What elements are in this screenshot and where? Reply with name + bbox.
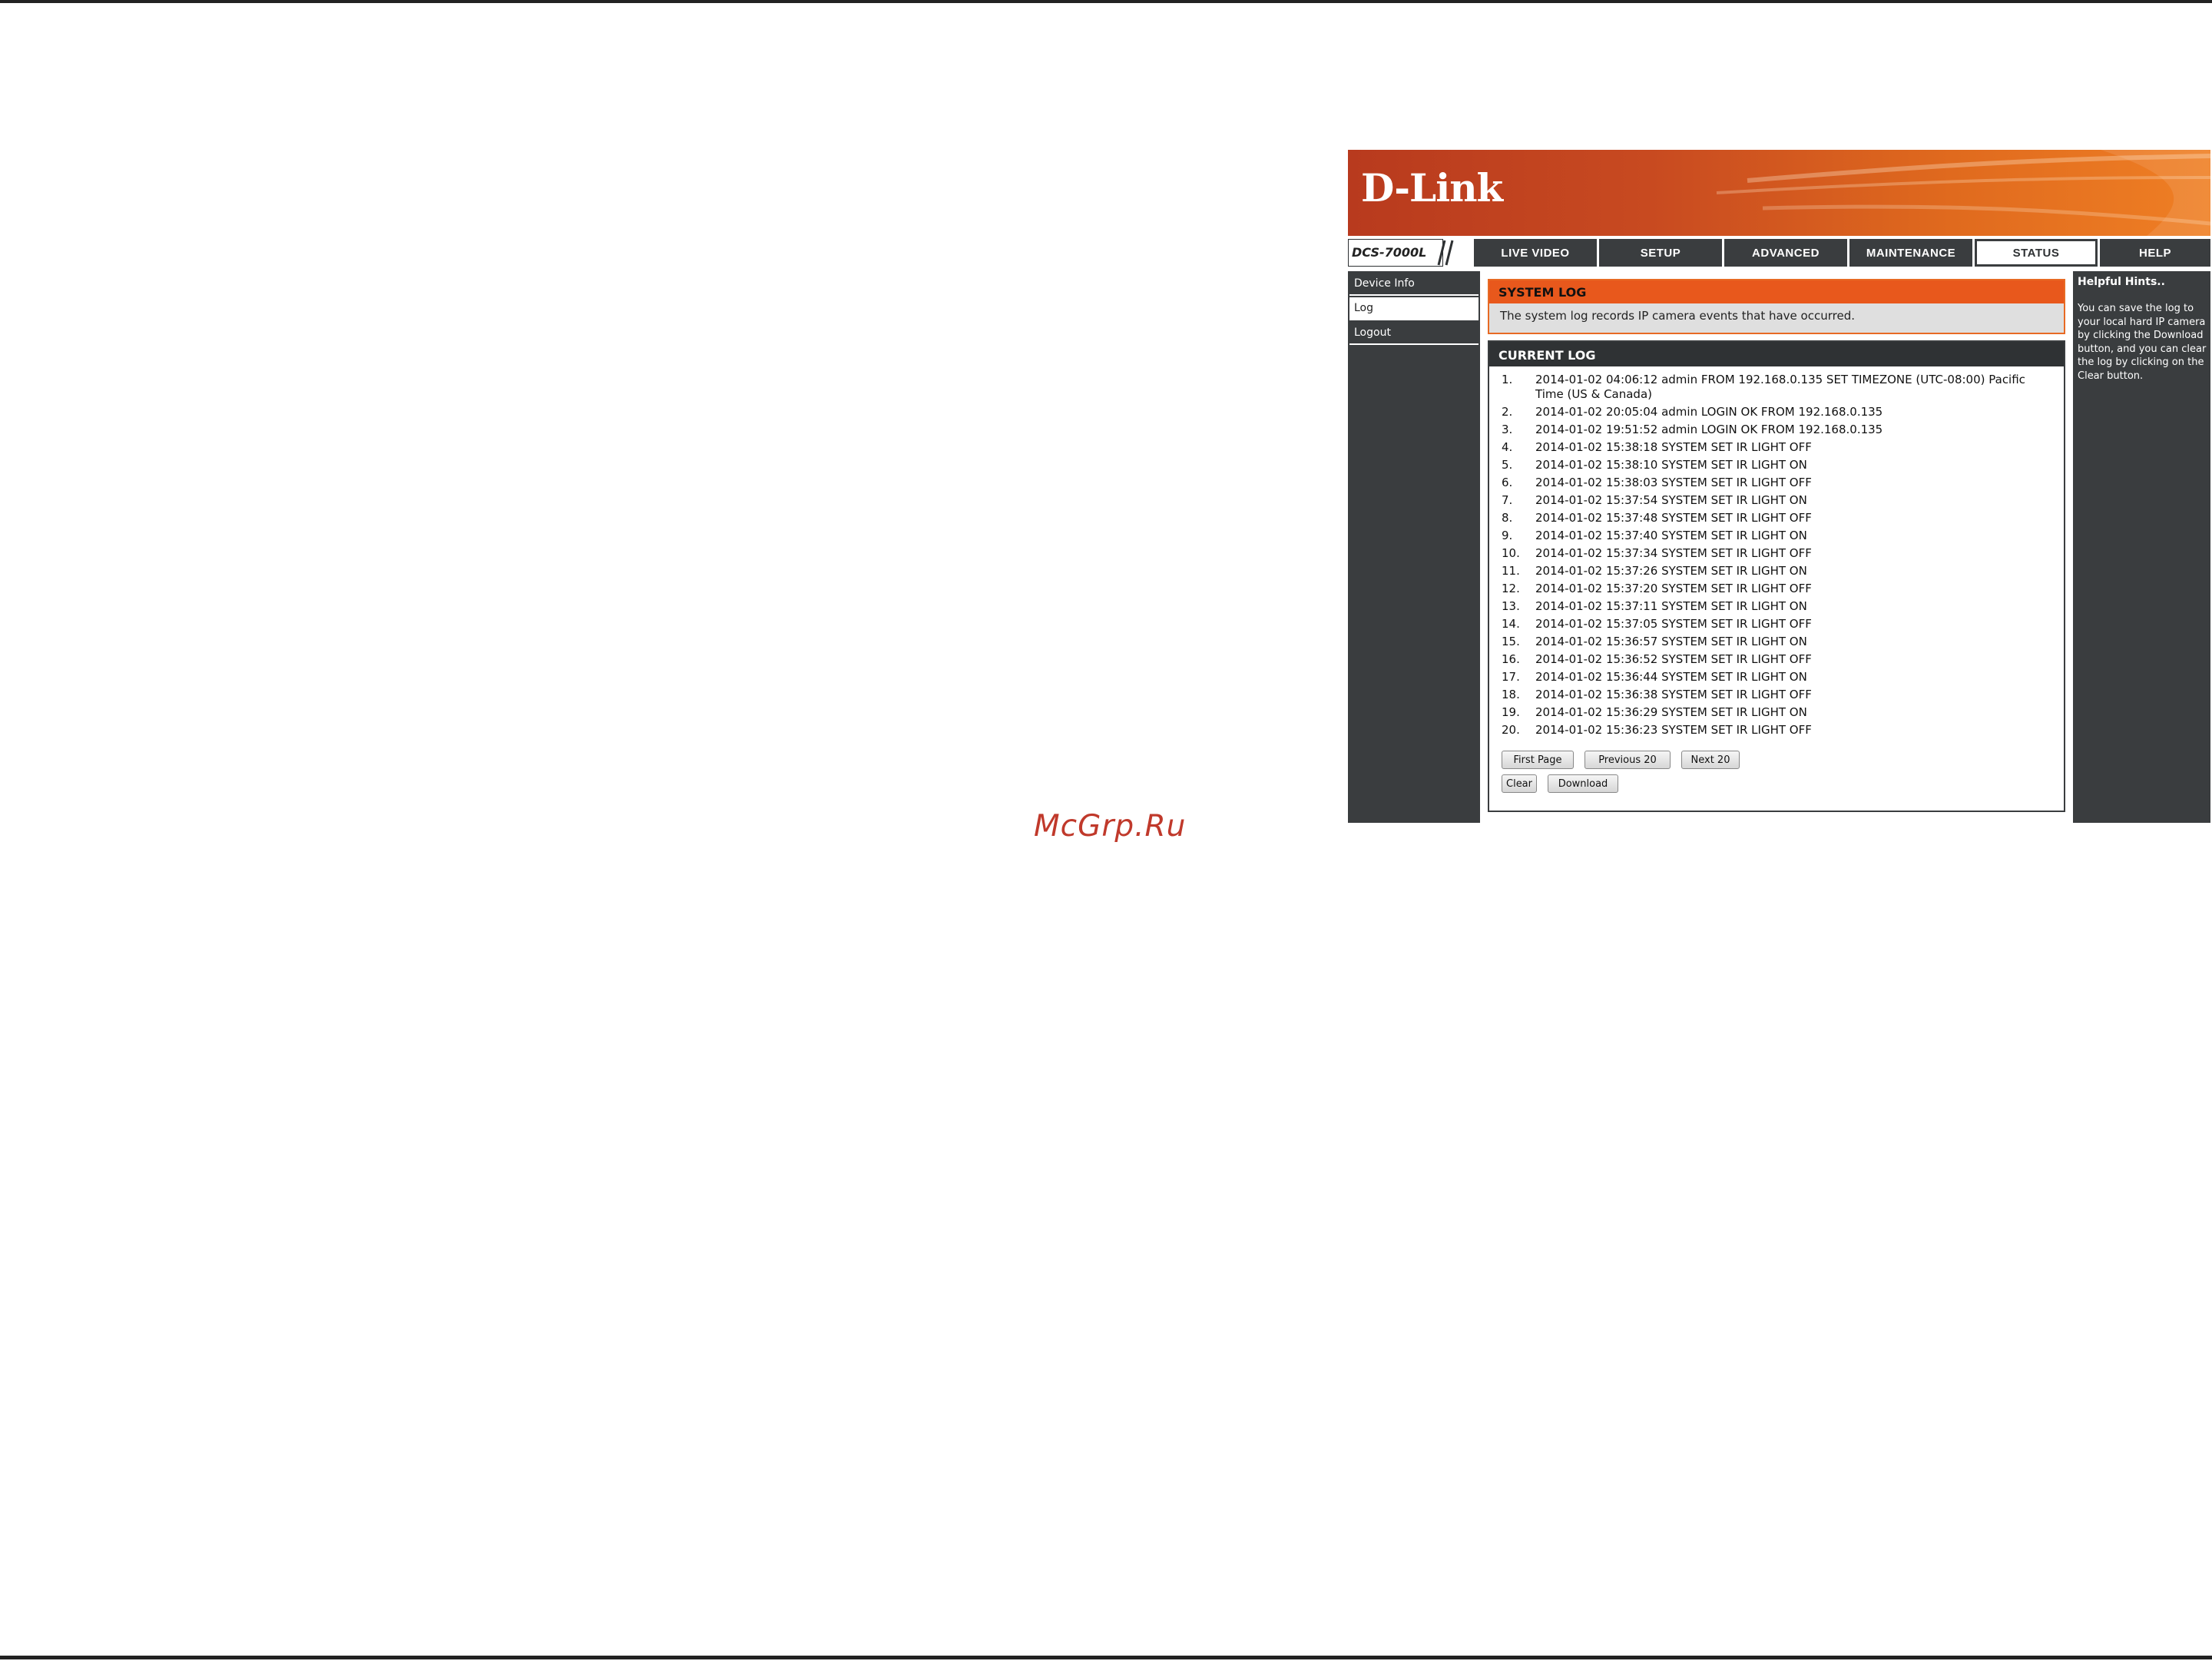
log-entry-text: 2014-01-02 15:37:48 SYSTEM SET IR LIGHT … (1535, 511, 1812, 525)
bottom-rule (0, 1656, 2212, 1659)
log-entry-list: 1. 2014-01-02 04:06:12 admin FROM 192.168… (1502, 373, 2055, 741)
log-entry: 9. 2014-01-02 15:37:40 SYSTEM SET IR LIGH… (1502, 529, 2055, 543)
log-entry-number: 9. (1502, 529, 1513, 542)
log-entry-text: 2014-01-02 04:06:12 admin FROM 192.168.0… (1535, 373, 2025, 401)
help-title: Helpful Hints.. (2078, 276, 2165, 288)
log-entry: 6. 2014-01-02 15:38:03 SYSTEM SET IR LIGH… (1502, 476, 2055, 490)
log-entry-text: 2014-01-02 15:37:05 SYSTEM SET IR LIGHT … (1535, 617, 1812, 631)
log-entry-number: 16. (1502, 652, 1520, 666)
log-entry: 14. 2014-01-02 15:37:05 SYSTEM SET IR LIG… (1502, 617, 2055, 632)
log-entry: 10. 2014-01-02 15:37:34 SYSTEM SET IR LIG… (1502, 546, 2055, 561)
download-button[interactable]: Download (1548, 774, 1618, 793)
sidebar-item-log[interactable]: Log (1349, 297, 1479, 320)
log-entry-text: 2014-01-02 15:37:26 SYSTEM SET IR LIGHT … (1535, 564, 1807, 578)
camera-web-ui: D-Link DCS-7000L LIVE VIDEO SETUP ADVANC… (1348, 150, 2210, 823)
first-page-button[interactable]: First Page (1502, 751, 1574, 769)
log-entry-number: 14. (1502, 617, 1520, 631)
log-entry-text: 2014-01-02 15:37:40 SYSTEM SET IR LIGHT … (1535, 529, 1807, 542)
log-entry: 13. 2014-01-02 15:37:11 SYSTEM SET IR LIG… (1502, 599, 2055, 614)
next-20-button[interactable]: Next 20 (1681, 751, 1740, 769)
log-entry: 4. 2014-01-02 15:38:18 SYSTEM SET IR LIGH… (1502, 440, 2055, 455)
log-entry-text: 2014-01-02 15:36:57 SYSTEM SET IR LIGHT … (1535, 635, 1807, 648)
log-entry: 8. 2014-01-02 15:37:48 SYSTEM SET IR LIGH… (1502, 511, 2055, 525)
log-entry-number: 8. (1502, 511, 1513, 525)
log-entry: 18. 2014-01-02 15:36:38 SYSTEM SET IR LIG… (1502, 688, 2055, 702)
sidebar-item-logout[interactable]: Logout (1349, 322, 1479, 345)
log-entry: 5. 2014-01-02 15:38:10 SYSTEM SET IR LIGH… (1502, 458, 2055, 472)
log-entry-text: 2014-01-02 15:37:54 SYSTEM SET IR LIGHT … (1535, 493, 1807, 507)
log-entry-number: 20. (1502, 723, 1520, 737)
log-entry-number: 11. (1502, 564, 1520, 578)
log-entry-number: 12. (1502, 582, 1520, 595)
previous-20-button[interactable]: Previous 20 (1584, 751, 1671, 769)
log-entry: 16. 2014-01-02 15:36:52 SYSTEM SET IR LIG… (1502, 652, 2055, 667)
tab-setup[interactable]: SETUP (1599, 239, 1722, 267)
log-entry-text: 2014-01-02 15:38:18 SYSTEM SET IR LIGHT … (1535, 440, 1812, 454)
log-entry-number: 4. (1502, 440, 1513, 454)
help-sidebar: Helpful Hints.. You can save the log to … (2073, 271, 2210, 823)
log-entry-text: 2014-01-02 19:51:52 admin LOGIN OK FROM … (1535, 423, 1883, 436)
system-log-title: SYSTEM LOG (1489, 280, 2064, 303)
tab-help[interactable]: HELP (2100, 239, 2210, 267)
log-entry-number: 5. (1502, 458, 1513, 472)
current-log-panel: CURRENT LOG 1. 2014-01-02 04:06:12 admin … (1488, 340, 2065, 812)
log-entry: 7. 2014-01-02 15:37:54 SYSTEM SET IR LIGH… (1502, 493, 2055, 508)
log-entry: 3. 2014-01-02 19:51:52 admin LOGIN OK FRO… (1502, 423, 2055, 437)
log-entry: 17. 2014-01-02 15:36:44 SYSTEM SET IR LIG… (1502, 670, 2055, 685)
log-entry-number: 7. (1502, 493, 1513, 507)
dlink-logo: D-Link (1361, 165, 1503, 211)
log-entry: 15. 2014-01-02 15:36:57 SYSTEM SET IR LIG… (1502, 635, 2055, 649)
help-text: You can save the log to your local hard … (2078, 303, 2207, 382)
log-entry-text: 2014-01-02 15:36:29 SYSTEM SET IR LIGHT … (1535, 705, 1807, 719)
log-entry: 12. 2014-01-02 15:37:20 SYSTEM SET IR LIG… (1502, 582, 2055, 596)
log-entry-number: 1. (1502, 373, 1513, 386)
log-entry-number: 2. (1502, 405, 1513, 419)
log-entry-text: 2014-01-02 15:38:03 SYSTEM SET IR LIGHT … (1535, 476, 1812, 489)
log-entry-text: 2014-01-02 15:36:38 SYSTEM SET IR LIGHT … (1535, 688, 1812, 701)
top-rule (0, 0, 2212, 3)
log-entry-number: 10. (1502, 546, 1520, 560)
tab-advanced[interactable]: ADVANCED (1724, 239, 1847, 267)
log-entry-number: 18. (1502, 688, 1520, 701)
clear-button[interactable]: Clear (1502, 774, 1537, 793)
log-entry: 19. 2014-01-02 15:36:29 SYSTEM SET IR LIG… (1502, 705, 2055, 720)
system-log-panel: SYSTEM LOG The system log records IP cam… (1488, 279, 2065, 334)
main-navigation: DCS-7000L LIVE VIDEO SETUP ADVANCED MAIN… (1348, 239, 2210, 268)
log-entry: 1. 2014-01-02 04:06:12 admin FROM 192.168… (1502, 373, 2055, 402)
model-divider-slashes (1437, 240, 1454, 266)
log-entry: 11. 2014-01-02 15:37:26 SYSTEM SET IR LIG… (1502, 564, 2055, 579)
log-entry-number: 19. (1502, 705, 1520, 719)
tab-live-video[interactable]: LIVE VIDEO (1474, 239, 1597, 267)
header-banner: D-Link (1348, 150, 2210, 236)
tab-maintenance[interactable]: MAINTENANCE (1849, 239, 1972, 267)
log-entry-text: 2014-01-02 15:36:52 SYSTEM SET IR LIGHT … (1535, 652, 1812, 666)
log-entry-number: 15. (1502, 635, 1520, 648)
log-entry-text: 2014-01-02 15:38:10 SYSTEM SET IR LIGHT … (1535, 458, 1807, 472)
left-sidebar: Device Info Log Logout (1348, 271, 1480, 823)
log-entry: 2. 2014-01-02 20:05:04 admin LOGIN OK FRO… (1502, 405, 2055, 419)
log-entry: 20. 2014-01-02 15:36:23 SYSTEM SET IR LIG… (1502, 723, 2055, 738)
tab-status[interactable]: STATUS (1975, 239, 2098, 267)
current-log-title: CURRENT LOG (1489, 342, 2064, 366)
log-entry-text: 2014-01-02 15:36:44 SYSTEM SET IR LIGHT … (1535, 670, 1807, 684)
log-entry-number: 3. (1502, 423, 1513, 436)
log-entry-text: 2014-01-02 15:36:23 SYSTEM SET IR LIGHT … (1535, 723, 1812, 737)
system-log-description: The system log records IP camera events … (1500, 309, 1855, 323)
log-entry-number: 17. (1502, 670, 1520, 684)
watermark-text: McGrp.Ru (1034, 809, 1187, 844)
sidebar-item-device-info[interactable]: Device Info (1349, 273, 1479, 296)
log-entry-text: 2014-01-02 15:37:20 SYSTEM SET IR LIGHT … (1535, 582, 1812, 595)
log-entry-text: 2014-01-02 15:37:34 SYSTEM SET IR LIGHT … (1535, 546, 1812, 560)
log-entry-number: 13. (1502, 599, 1520, 613)
log-entry-text: 2014-01-02 15:37:11 SYSTEM SET IR LIGHT … (1535, 599, 1807, 613)
log-entry-text: 2014-01-02 20:05:04 admin LOGIN OK FROM … (1535, 405, 1883, 419)
log-entry-number: 6. (1502, 476, 1513, 489)
